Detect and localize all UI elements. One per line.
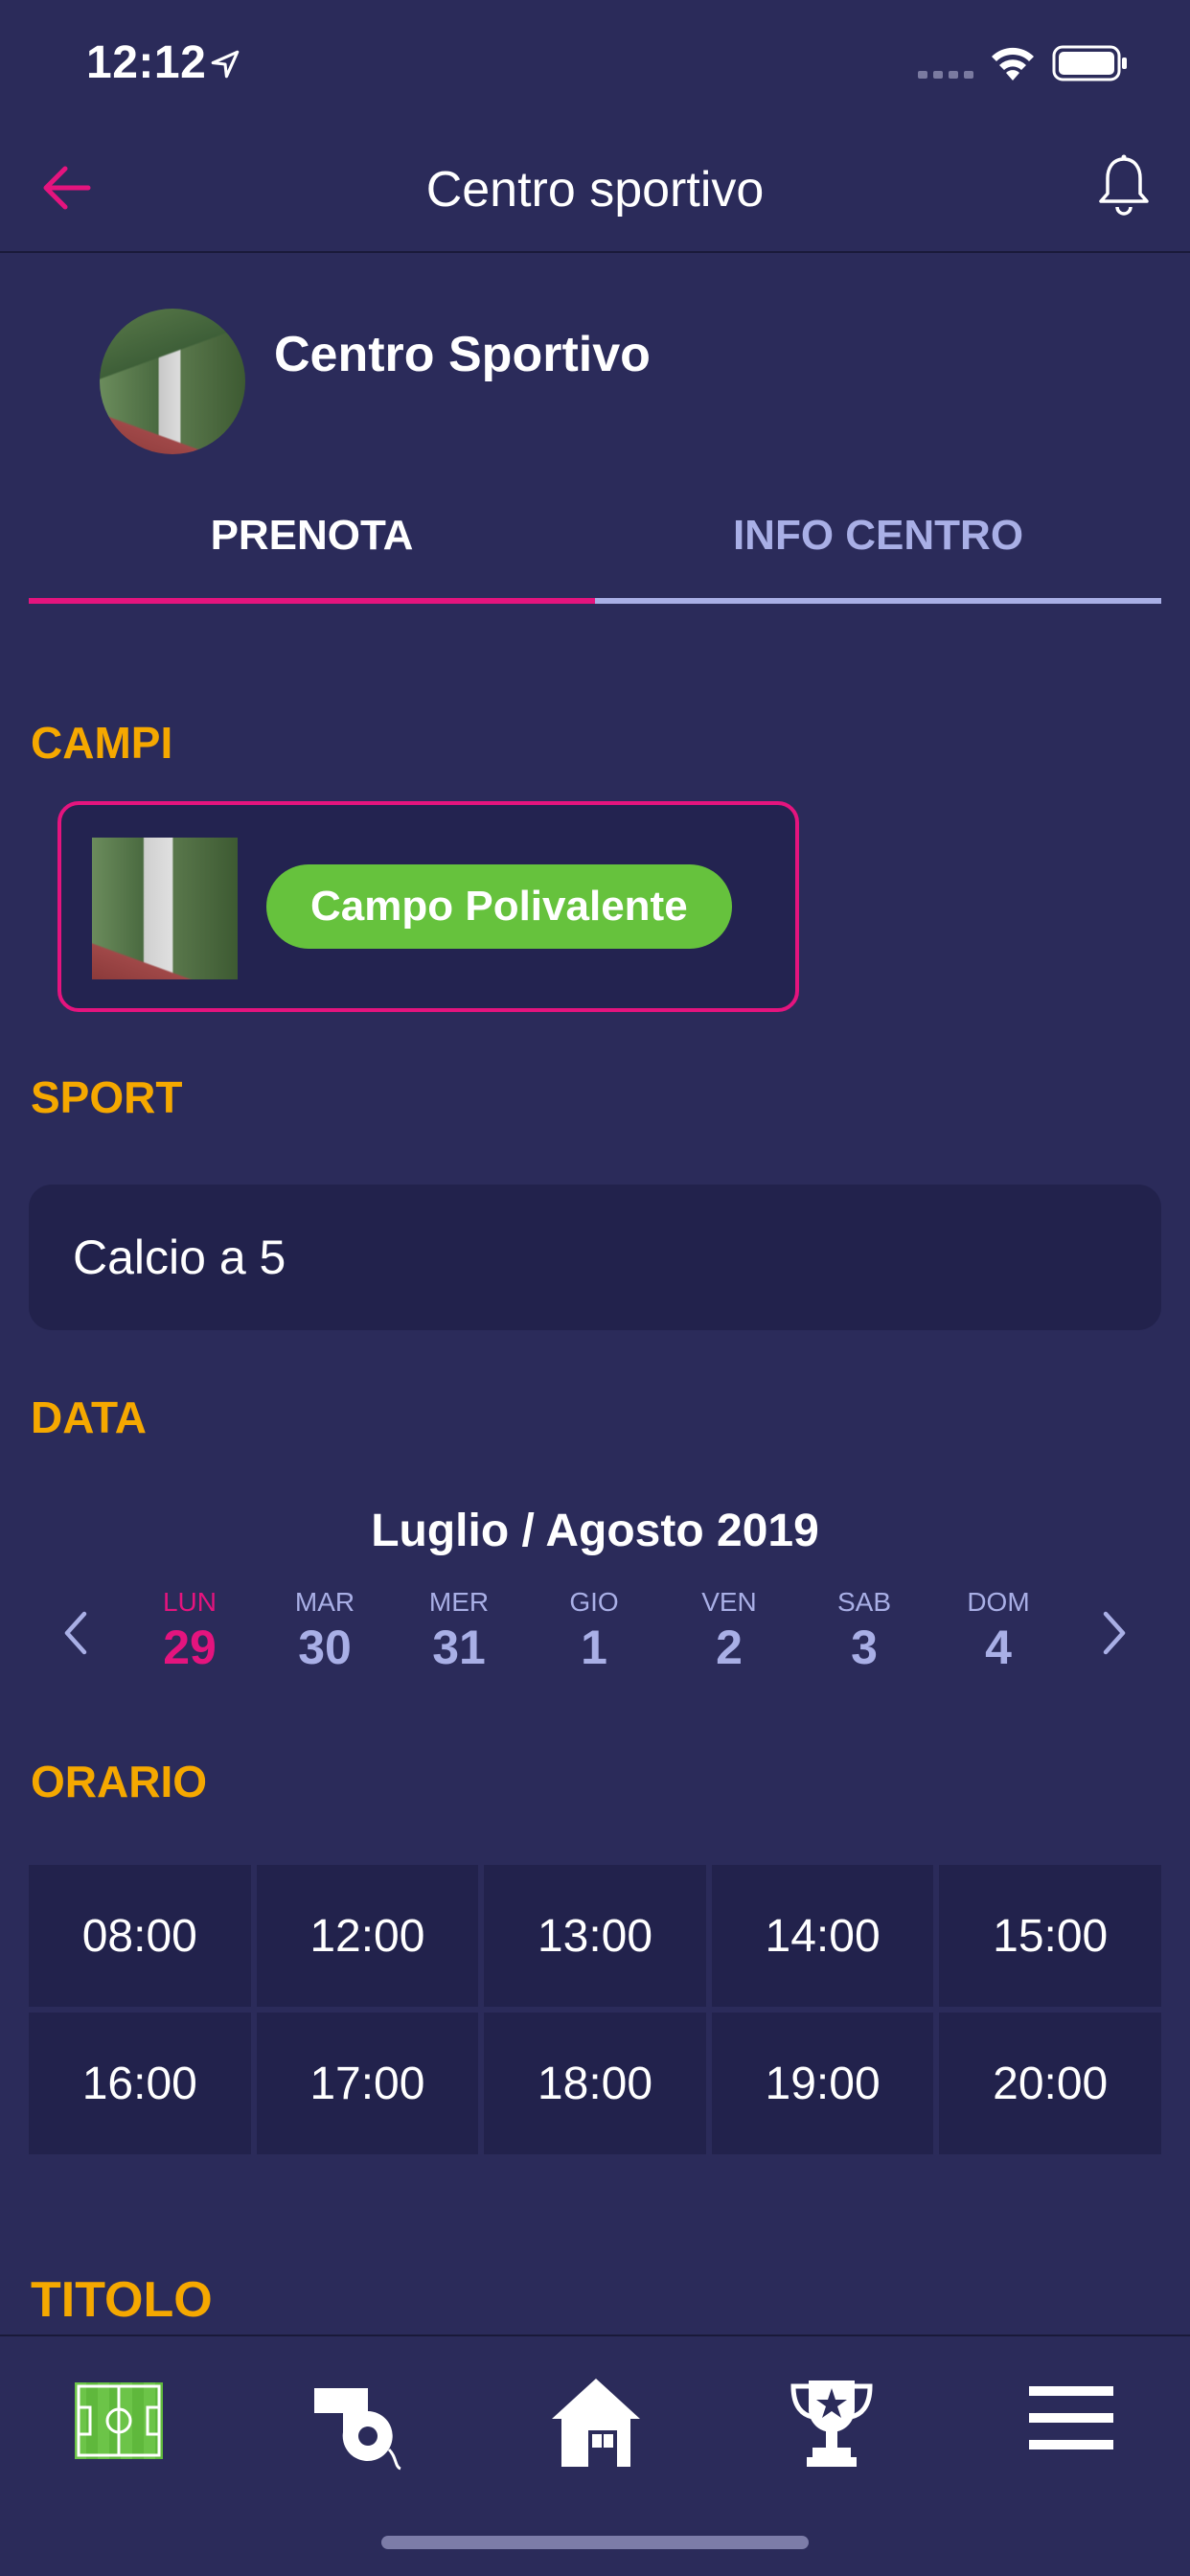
time-slot[interactable]: 18:00 [484, 2012, 706, 2154]
calendar-day-number: 2 [716, 1621, 743, 1674]
page-title: Centro sportivo [425, 162, 765, 218]
time-slot[interactable]: 16:00 [29, 2012, 251, 2154]
tab-prenota[interactable]: PRENOTA [29, 498, 595, 604]
sport-select[interactable]: Calcio a 5 [29, 1184, 1161, 1330]
calendar-day-name: VEN [701, 1587, 757, 1617]
calendar-day-number: 3 [851, 1621, 878, 1674]
calendar-day-name: MER [428, 1587, 490, 1617]
wifi-icon [992, 47, 1034, 80]
field-thumbnail [92, 838, 238, 979]
location-arrow-icon [211, 50, 240, 79]
home-icon[interactable] [548, 2375, 644, 2471]
time-slot[interactable]: 08:00 [29, 1865, 251, 2007]
field-name-pill[interactable]: Campo Polivalente [266, 864, 732, 949]
time-slot[interactable]: 20:00 [939, 2012, 1161, 2154]
calendar-day-name: MAR [294, 1587, 355, 1617]
chevron-right-icon[interactable] [1094, 1606, 1133, 1660]
time-slot[interactable]: 17:00 [256, 2012, 479, 2154]
calendar-day-name: GIO [569, 1587, 619, 1617]
section-label-data: DATA [31, 1392, 147, 1442]
menu-icon[interactable] [1025, 2375, 1117, 2461]
calendar-day-name: SAB [836, 1587, 892, 1617]
navigation-bar: Centro sportivo [0, 134, 1190, 253]
field-card[interactable]: Campo Polivalente [57, 801, 799, 1012]
calendar-day-number: 4 [985, 1621, 1012, 1674]
notification-bell-icon[interactable] [1094, 153, 1154, 218]
center-avatar [100, 309, 245, 454]
home-indicator [381, 2536, 809, 2549]
trophy-icon[interactable] [784, 2375, 880, 2471]
time-slot[interactable]: 15:00 [939, 1865, 1161, 2007]
battery-icon [1052, 45, 1127, 81]
time-slot[interactable]: 13:00 [484, 1865, 706, 2007]
status-bar: 12:12 [0, 0, 1190, 134]
calendar-day-number: 29 [163, 1621, 217, 1674]
section-label-sport: SPORT [31, 1072, 183, 1122]
calendar-month-label: Luglio / Agosto 2019 [371, 1506, 819, 1556]
time-slot[interactable]: 14:00 [711, 1865, 934, 2007]
calendar-day-number: 1 [581, 1621, 607, 1674]
calendar-day[interactable]: GIO 1 [537, 1587, 652, 1675]
time-slot[interactable]: 19:00 [711, 2012, 934, 2154]
calendar-day[interactable]: SAB 3 [807, 1587, 922, 1675]
calendar-day[interactable]: MER 31 [401, 1587, 516, 1675]
calendar-day-name: DOM [967, 1587, 1030, 1617]
status-time: 12:12 [86, 37, 207, 88]
whistle-icon[interactable] [309, 2375, 404, 2471]
tab-info-centro[interactable]: INFO CENTRO [595, 498, 1161, 604]
time-slot-grid: 08:00 12:00 13:00 14:00 15:00 16:00 17:0… [29, 1865, 1161, 2154]
calendar-day[interactable]: LUN 29 [132, 1587, 247, 1675]
calendar-day[interactable]: VEN 2 [672, 1587, 787, 1675]
section-label-campi: CAMPI [31, 718, 173, 768]
calendar-day-number: 31 [432, 1621, 486, 1674]
time-slot[interactable]: 12:00 [256, 1865, 479, 2007]
calendar-day[interactable]: DOM 4 [941, 1587, 1056, 1675]
cellular-signal-icon [918, 71, 973, 79]
section-label-titolo: TITOLO [31, 2272, 213, 2328]
center-name: Centro Sportivo [274, 327, 651, 382]
calendar-day-number: 30 [298, 1621, 352, 1674]
calendar-day-name: LUN [162, 1587, 217, 1617]
section-label-orario: ORARIO [31, 1757, 207, 1806]
tab-bar: PRENOTA INFO CENTRO [29, 498, 1161, 604]
field-icon[interactable] [71, 2375, 167, 2467]
chevron-left-icon[interactable] [57, 1606, 96, 1660]
calendar-day[interactable]: MAR 30 [267, 1587, 382, 1675]
